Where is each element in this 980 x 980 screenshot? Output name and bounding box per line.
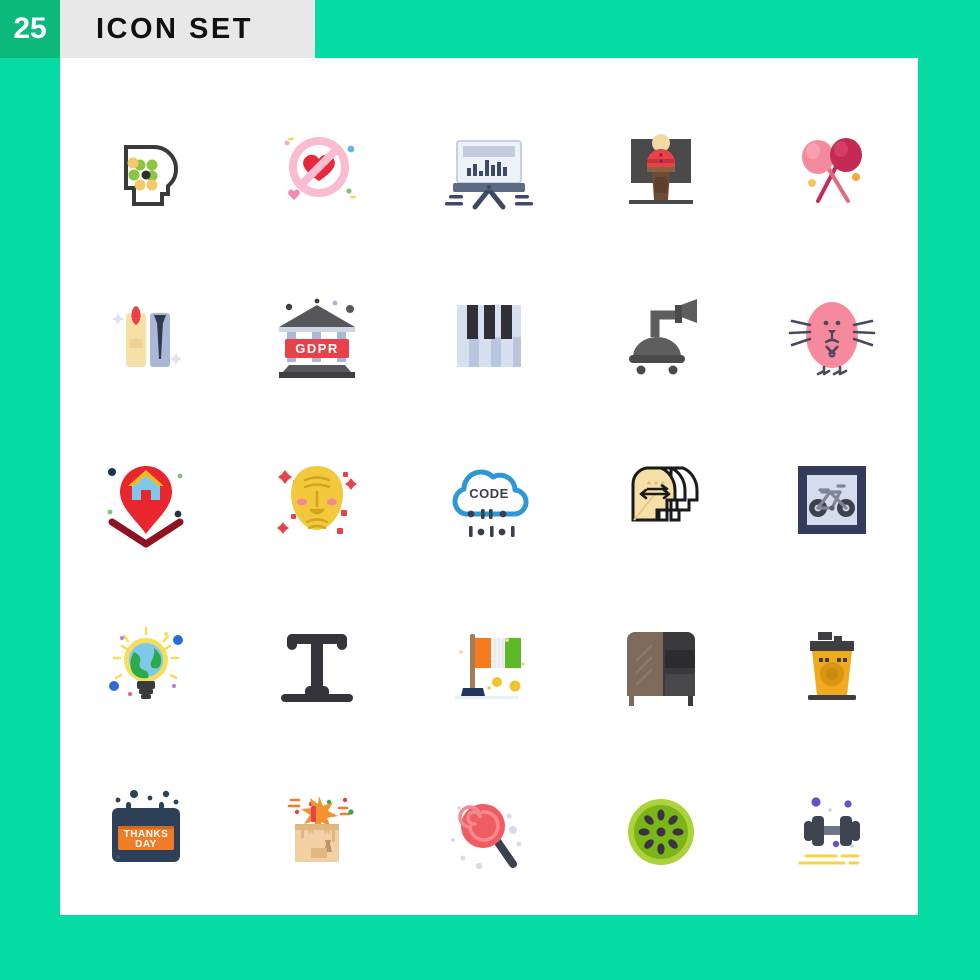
- icon-grid: GDPR CODE THANKS DAY: [60, 58, 918, 915]
- face-mask-icon[interactable]: [232, 418, 404, 584]
- mind-head-icon[interactable]: [60, 86, 232, 252]
- coffee-machine-icon[interactable]: [746, 583, 918, 749]
- kiwi-slice-icon[interactable]: [575, 749, 747, 915]
- home-location-pin-icon[interactable]: [60, 418, 232, 584]
- piano-keys-icon[interactable]: [403, 252, 575, 418]
- gdpr-building-icon[interactable]: GDPR: [232, 252, 404, 418]
- dresser-cabinet-icon[interactable]: [575, 583, 747, 749]
- gdpr-label: GDPR: [296, 341, 340, 356]
- eco-bulb-icon[interactable]: [60, 583, 232, 749]
- shower-head-icon[interactable]: [575, 252, 747, 418]
- presentation-chart-icon[interactable]: [403, 86, 575, 252]
- thanks-day-calendar-icon[interactable]: THANKS DAY: [60, 749, 232, 915]
- icon-count-badge: 25: [0, 0, 60, 58]
- nail-polish-icon[interactable]: [60, 252, 232, 418]
- icon-set-page: 25 ICON SET GDPR CODE THANKS DAY: [0, 0, 980, 980]
- surprise-box-icon[interactable]: [232, 749, 404, 915]
- calendar-label-line2: DAY: [135, 839, 157, 850]
- bicycle-sign-icon[interactable]: [746, 418, 918, 584]
- cloud-code-label: CODE: [469, 486, 509, 501]
- text-tool-icon[interactable]: [232, 583, 404, 749]
- swirl-lollipop-icon[interactable]: [403, 749, 575, 915]
- dumbbell-icon[interactable]: [746, 749, 918, 915]
- no-love-icon[interactable]: [232, 86, 404, 252]
- header: 25 ICON SET: [0, 0, 315, 58]
- easter-egg-bunny-icon[interactable]: [746, 252, 918, 418]
- empathy-heads-icon[interactable]: [575, 418, 747, 584]
- cloud-code-icon[interactable]: CODE: [403, 418, 575, 584]
- page-title: ICON SET: [96, 12, 253, 45]
- lollipops-icon[interactable]: [746, 86, 918, 252]
- title-bar: ICON SET: [60, 0, 315, 58]
- ireland-flag-icon[interactable]: [403, 583, 575, 749]
- podium-speaker-icon[interactable]: [575, 86, 747, 252]
